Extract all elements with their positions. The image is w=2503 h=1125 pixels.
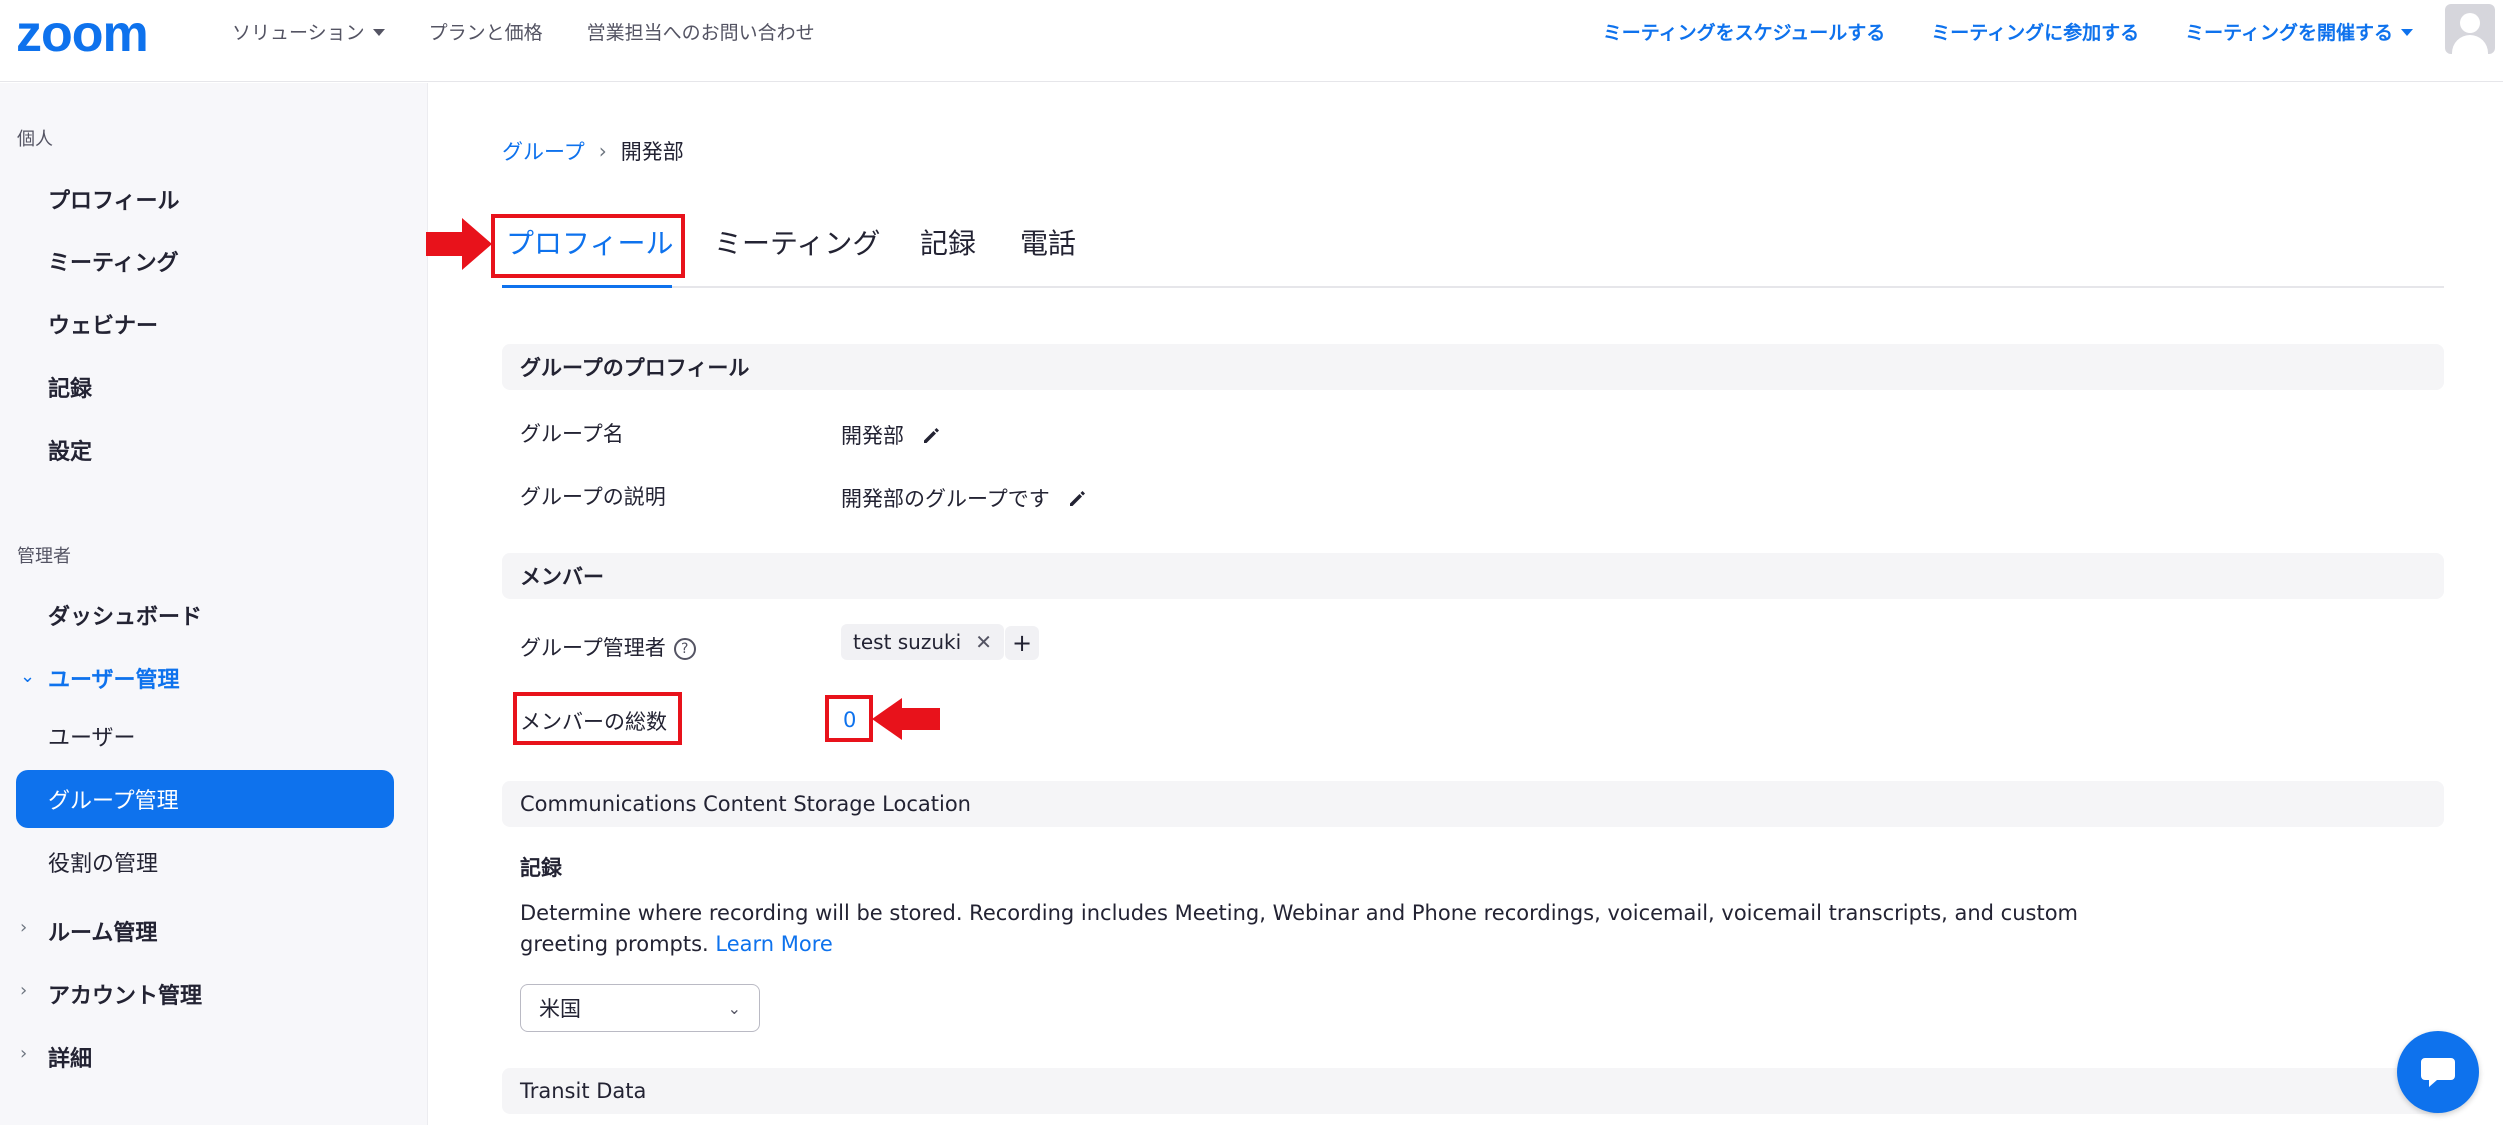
avatar[interactable] [2445,4,2495,54]
group-name-label: グループ名 [520,422,624,446]
active-tab-indicator [502,285,672,288]
chevron-right-icon[interactable]: › [20,1043,27,1064]
learn-more-link[interactable]: Learn More [715,932,832,956]
sidebar-item-room-management[interactable]: ルーム管理 [48,915,157,947]
nav-contact-label: 営業担当へのお問い合わせ [586,21,815,44]
sidebar-section-personal: 個人 [17,129,53,150]
join-meeting-label: ミーティングに参加する [1931,21,2140,44]
sidebar-item-webinars[interactable]: ウェビナー [48,308,158,340]
breadcrumb-separator-icon: › [598,139,607,163]
section-header-storage-location: Communications Content Storage Location [502,781,2444,827]
section-header-group-profile: グループのプロフィール [502,344,2444,390]
group-admin-chip: test suzuki ✕ [841,624,1004,660]
nav-contact-sales[interactable]: 営業担当へのお問い合わせ [587,18,815,45]
add-admin-button[interactable]: + [1005,626,1039,660]
chat-bubble-icon [2421,1058,2455,1087]
annotation-arrow-left-icon [872,698,940,740]
breadcrumb: グループ › 開発部 [502,136,684,166]
sidebar-item-dashboard[interactable]: ダッシュボード [48,599,202,631]
sidebar-section-admin: 管理者 [17,546,71,567]
sidebar: 個人 プロフィール ミーティング ウェビナー 記録 設定 管理者 ダッシュボード… [0,83,428,1125]
group-name-value: 開発部 [841,424,904,448]
chat-support-button[interactable] [2397,1031,2479,1113]
breadcrumb-current: 開発部 [620,140,684,164]
tab-bar: プロフィール ミーティング 記録 電話 [502,214,2444,288]
chevron-down-icon [2401,28,2413,36]
nav-plans-pricing[interactable]: プランと価格 [429,18,543,45]
nav-solutions-label: ソリューション [232,21,365,44]
schedule-meeting-label: ミーティングをスケジュールする [1602,21,1886,44]
group-admin-chip-label: test suzuki [853,630,962,654]
breadcrumb-groups-link[interactable]: グループ [502,136,585,166]
group-description-label: グループの説明 [520,485,666,509]
chevron-down-icon [372,28,385,36]
sidebar-item-meetings[interactable]: ミーティング [48,245,179,277]
nav-solutions[interactable]: ソリューション [232,18,385,45]
chevron-down-icon: ⌄ [727,998,741,1018]
topnav-right: ミーティングをスケジュールする ミーティングに参加する ミーティングを開催する [1603,0,2413,62]
edit-pencil-icon[interactable] [922,425,942,445]
join-meeting-link[interactable]: ミーティングに参加する [1931,18,2139,45]
sidebar-item-role-management[interactable]: 役割の管理 [48,846,158,878]
schedule-meeting-link[interactable]: ミーティングをスケジュールする [1603,18,1886,45]
sidebar-item-settings[interactable]: 設定 [48,434,92,466]
storage-region-value: 米国 [539,997,581,1021]
sidebar-item-users[interactable]: ユーザー [48,720,136,752]
sidebar-item-user-management[interactable]: ユーザー管理 [48,662,180,694]
storage-region-select[interactable]: 米国 ⌄ [520,984,760,1032]
host-meeting-label: ミーティングを開催する [2185,21,2393,44]
avatar-body-shape [2452,35,2488,54]
annotation-arrow-right-icon [426,218,492,270]
sidebar-item-profile[interactable]: プロフィール [48,183,180,215]
tab-meetings[interactable]: ミーティング [714,222,880,262]
remove-close-icon[interactable]: ✕ [975,630,992,654]
group-description-value: 開発部のグループです [841,487,1050,511]
sidebar-item-group-management[interactable]: グループ管理 [16,770,394,828]
storage-description: Determine where recording will be stored… [520,898,2100,960]
host-meeting-link[interactable]: ミーティングを開催する [2185,18,2413,45]
zoom-logo[interactable]: zoom [16,8,149,60]
chevron-down-icon[interactable]: ⌄ [20,666,35,687]
annotation-box-profile-tab [491,214,685,278]
chevron-right-icon[interactable]: › [20,917,27,938]
group-admin-label-row: グループ管理者? [520,632,696,662]
annotation-box-member-count [825,695,873,742]
section-header-members: メンバー [502,553,2444,599]
edit-pencil-icon[interactable] [1068,488,1088,508]
nav-plans-label: プランと価格 [428,21,543,44]
storage-recording-subtitle: 記録 [520,856,562,880]
section-header-transit-data: Transit Data [502,1068,2444,1114]
sidebar-item-recordings[interactable]: 記録 [48,371,92,403]
annotation-box-member-total-label [513,692,682,745]
sidebar-item-account-management[interactable]: アカウント管理 [48,978,202,1010]
chevron-right-icon[interactable]: › [20,980,27,1001]
group-description-value-row: 開発部のグループです [841,483,1088,513]
top-navigation-bar: zoom ソリューション プランと価格 営業担当へのお問い合わせ ミーティングを… [0,0,2503,82]
sidebar-item-advanced[interactable]: 詳細 [48,1041,92,1073]
help-question-icon[interactable]: ? [673,638,696,660]
tab-phone[interactable]: 電話 [1020,222,1076,262]
topnav-left: ソリューション プランと価格 営業担当へのお問い合わせ [232,0,815,62]
group-name-value-row: 開発部 [841,420,942,450]
group-admin-label: グループ管理者 [520,636,666,660]
tab-recordings[interactable]: 記録 [920,222,976,262]
avatar-head-shape [2460,13,2480,33]
